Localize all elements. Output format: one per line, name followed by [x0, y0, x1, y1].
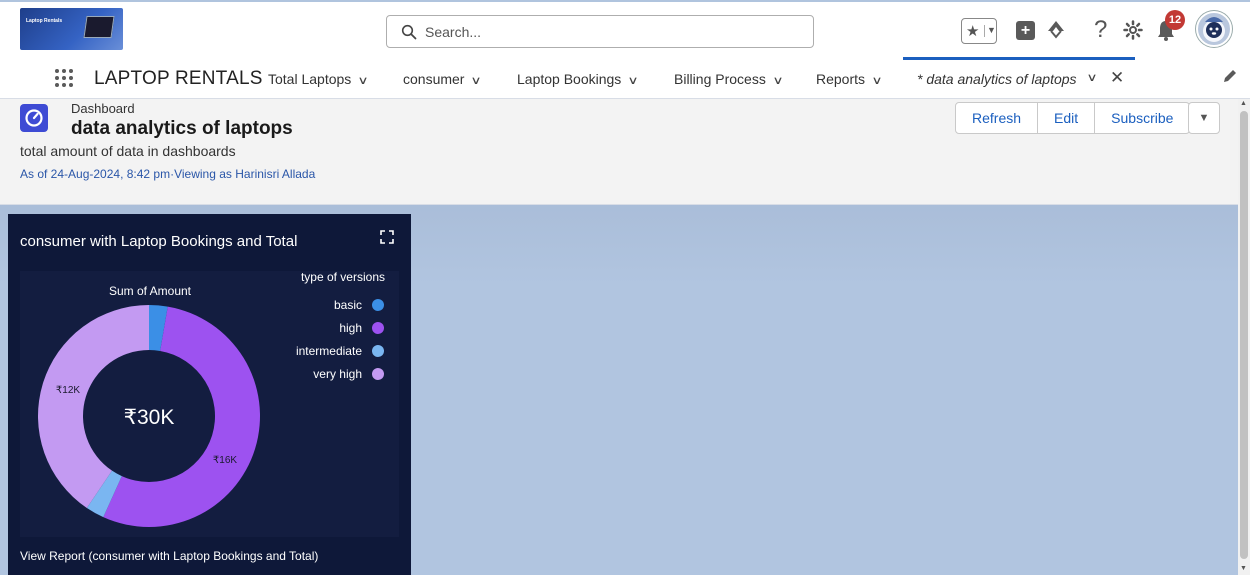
legend-label: very high [313, 367, 362, 381]
dashboard-description: total amount of data in dashboards [20, 143, 236, 159]
nav-item-billing-process[interactable]: Billing Process ∨ [674, 71, 784, 87]
refresh-button[interactable]: Refresh [955, 102, 1039, 134]
legend-label: basic [334, 298, 362, 312]
nav-item-label: Billing Process [674, 71, 766, 87]
chevron-down-icon[interactable]: ∨ [772, 74, 783, 87]
search-input[interactable] [425, 21, 795, 43]
widget-title: consumer with Laptop Bookings and Total [20, 233, 298, 250]
chevron-down-icon[interactable]: ∨ [471, 74, 482, 87]
view-report-link[interactable]: View Report (consumer with Laptop Bookin… [20, 549, 318, 563]
astro-avatar-icon [1203, 17, 1225, 42]
chart-area: Sum of Amount type of versions basic high… [20, 270, 399, 537]
close-icon[interactable]: ✕ [1110, 68, 1124, 88]
search-icon [401, 24, 417, 40]
edit-button[interactable]: Edit [1038, 102, 1096, 134]
slice-data-label: ₹16K [213, 455, 237, 466]
nav-item-consumer[interactable]: consumer ∨ [403, 71, 482, 87]
help-icon[interactable]: ? [1094, 16, 1107, 44]
page-title: data analytics of laptops [71, 118, 293, 139]
slice-data-label: ₹12K [56, 385, 80, 396]
nav-item-reports[interactable]: Reports ∨ [816, 71, 883, 87]
legend-title: type of versions [301, 271, 385, 284]
global-header: Laptop Rentals ★ ▼ + ? 12 [0, 0, 1250, 57]
dashboard-widget: consumer with Laptop Bookings and Total … [8, 214, 411, 575]
navigation-bar: LAPTOP RENTALS Total Laptops ∨ consumer ∨ … [0, 57, 1250, 99]
expand-icon[interactable] [380, 230, 394, 244]
more-actions-button[interactable]: ▼ [1188, 102, 1220, 134]
scroll-down-icon[interactable]: ▼ [1240, 565, 1247, 572]
app-name: LAPTOP RENTALS [94, 68, 263, 89]
logo-text: Laptop Rentals [26, 18, 63, 24]
nav-item-label: Total Laptops [268, 71, 352, 87]
chevron-down-icon[interactable]: ∨ [628, 74, 639, 87]
active-tab-label: * data analytics of laptops [917, 71, 1077, 87]
global-actions-button[interactable]: + [1016, 21, 1035, 40]
avatar[interactable] [1196, 11, 1232, 47]
gear-icon[interactable] [1123, 20, 1143, 40]
legend-swatch[interactable] [372, 299, 384, 311]
app-launcher-icon[interactable] [53, 67, 75, 89]
chevron-down-icon[interactable]: ∨ [1086, 71, 1097, 84]
edit-nav-icon[interactable] [1222, 68, 1238, 84]
nav-item-total-laptops[interactable]: Total Laptops ∨ [268, 71, 369, 87]
header-divider [0, 0, 1250, 2]
trailhead-icon[interactable] [1045, 18, 1067, 40]
scrollbar-thumb[interactable] [1240, 111, 1248, 559]
nav-item-label: Reports [816, 71, 866, 87]
chevron-down-icon[interactable]: ∨ [871, 74, 882, 87]
vertical-scrollbar[interactable]: ▲ ▼ [1238, 99, 1250, 575]
nav-item-laptop-bookings[interactable]: Laptop Bookings ∨ [517, 71, 639, 87]
favorites-button[interactable]: ★ ▼ [961, 18, 997, 44]
legend-label: high [339, 321, 362, 335]
legend-swatch[interactable] [372, 322, 384, 334]
legend-label: intermediate [296, 344, 362, 358]
record-type-label: Dashboard [71, 101, 135, 116]
as-of-timestamp: As of 24-Aug-2024, 8:42 pm·Viewing as Ha… [20, 167, 316, 181]
legend-swatch[interactable] [372, 368, 384, 380]
nav-item-label: consumer [403, 71, 465, 87]
donut-center-total: ₹30K [124, 406, 175, 429]
dashboard-icon [20, 104, 48, 132]
star-icon: ★ [966, 23, 980, 40]
subscribe-button[interactable]: Subscribe [1095, 102, 1191, 134]
nav-item-label: Laptop Bookings [517, 71, 622, 87]
favorites-dropdown-icon[interactable]: ▼ [984, 25, 996, 37]
notification-badge: 12 [1165, 10, 1185, 30]
dashboard-actions: Refresh Edit Subscribe [955, 102, 1191, 134]
global-search[interactable] [386, 15, 814, 48]
scroll-up-icon[interactable]: ▲ [1240, 100, 1247, 107]
laptop-logo-icon [83, 16, 115, 38]
chart-title: Sum of Amount [109, 284, 192, 298]
app-logo[interactable]: Laptop Rentals [20, 8, 123, 50]
tab-data-analytics[interactable]: * data analytics of laptops ∨ ✕ [903, 57, 1135, 98]
legend-swatch[interactable] [372, 345, 384, 357]
donut-chart: Sum of Amount type of versions basic high… [38, 270, 385, 527]
chevron-down-icon[interactable]: ∨ [358, 74, 369, 87]
